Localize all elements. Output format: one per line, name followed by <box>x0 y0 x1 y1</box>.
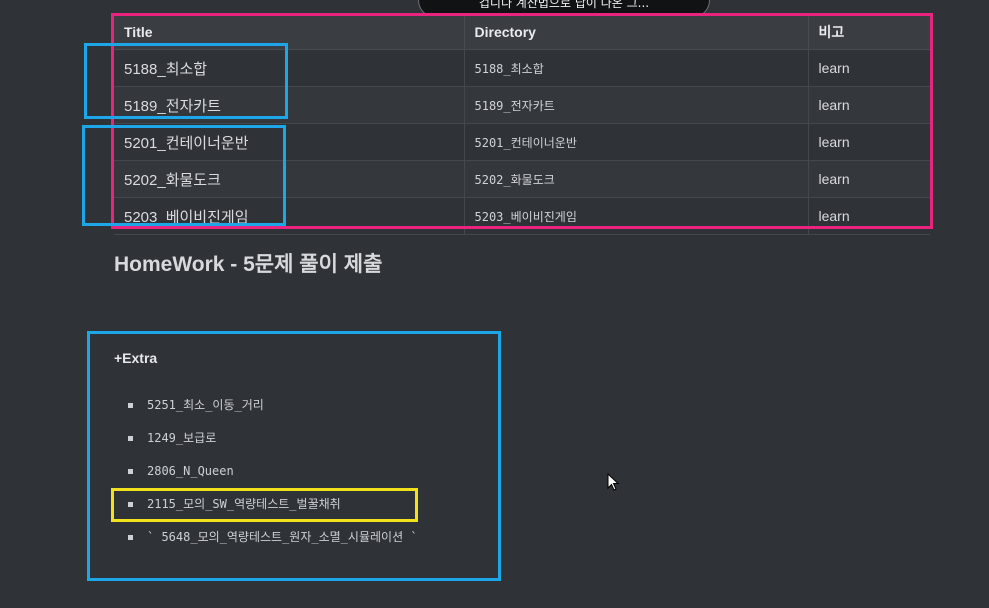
extra-list: 5251_최소_이동_거리 1249_보급로 2806_N_Queen 2115… <box>128 389 418 554</box>
list-item: ` 5648_모의_역량테스트_원자_소멸_시뮬레이션 ` <box>128 521 418 554</box>
row-note: learn <box>808 49 930 87</box>
table-row: 5189_전자카트 5189_전자카트 learn <box>114 86 930 124</box>
header-note: 비고 <box>808 14 930 50</box>
row-directory: 5189_전자카트 <box>464 86 809 124</box>
table-row: 5203_베이비진게임 5203_베이비진게임 learn <box>114 197 930 235</box>
row-title: 5202_화물도크 <box>114 160 465 198</box>
row-title: 5201_컨테이너운반 <box>114 123 465 161</box>
row-title: 5188_최소합 <box>114 49 465 87</box>
header-directory: Directory <box>464 14 809 50</box>
table-row: 5188_최소합 5188_최소합 learn <box>114 49 930 87</box>
extra-heading: +Extra <box>114 350 158 366</box>
row-note: learn <box>808 197 930 235</box>
problem-table: Title Directory 비고 5188_최소합 5188_최소합 lea… <box>114 14 930 235</box>
row-title: 5203_베이비진게임 <box>114 197 465 235</box>
tooltip-text: 겁니다 계산법으로 답이 나온 그... <box>478 0 650 10</box>
row-directory: 5202_화물도크 <box>464 160 809 198</box>
notes-page: 겁니다 계산법으로 답이 나온 그... Title Directory 비고 … <box>0 0 989 608</box>
list-item: 1249_보급로 <box>128 422 418 455</box>
list-item: 2115_모의_SW_역량테스트_벌꿀채취 <box>128 488 418 521</box>
list-item: 5251_최소_이동_거리 <box>128 389 418 422</box>
row-note: learn <box>808 123 930 161</box>
row-directory: 5203_베이비진게임 <box>464 197 809 235</box>
table-row: 5202_화물도크 5202_화물도크 learn <box>114 160 930 198</box>
row-directory: 5201_컨테이너운반 <box>464 123 809 161</box>
table-row: 5201_컨테이너운반 5201_컨테이너운반 learn <box>114 123 930 161</box>
row-directory: 5188_최소합 <box>464 49 809 87</box>
row-title: 5189_전자카트 <box>114 86 465 124</box>
header-title: Title <box>114 14 465 50</box>
mouse-cursor-icon <box>607 473 620 491</box>
list-item: 2806_N_Queen <box>128 455 418 488</box>
row-note: learn <box>808 160 930 198</box>
table-header-row: Title Directory 비고 <box>114 14 930 50</box>
row-note: learn <box>808 86 930 124</box>
homework-heading: HomeWork - 5문제 풀이 제출 <box>114 253 383 276</box>
